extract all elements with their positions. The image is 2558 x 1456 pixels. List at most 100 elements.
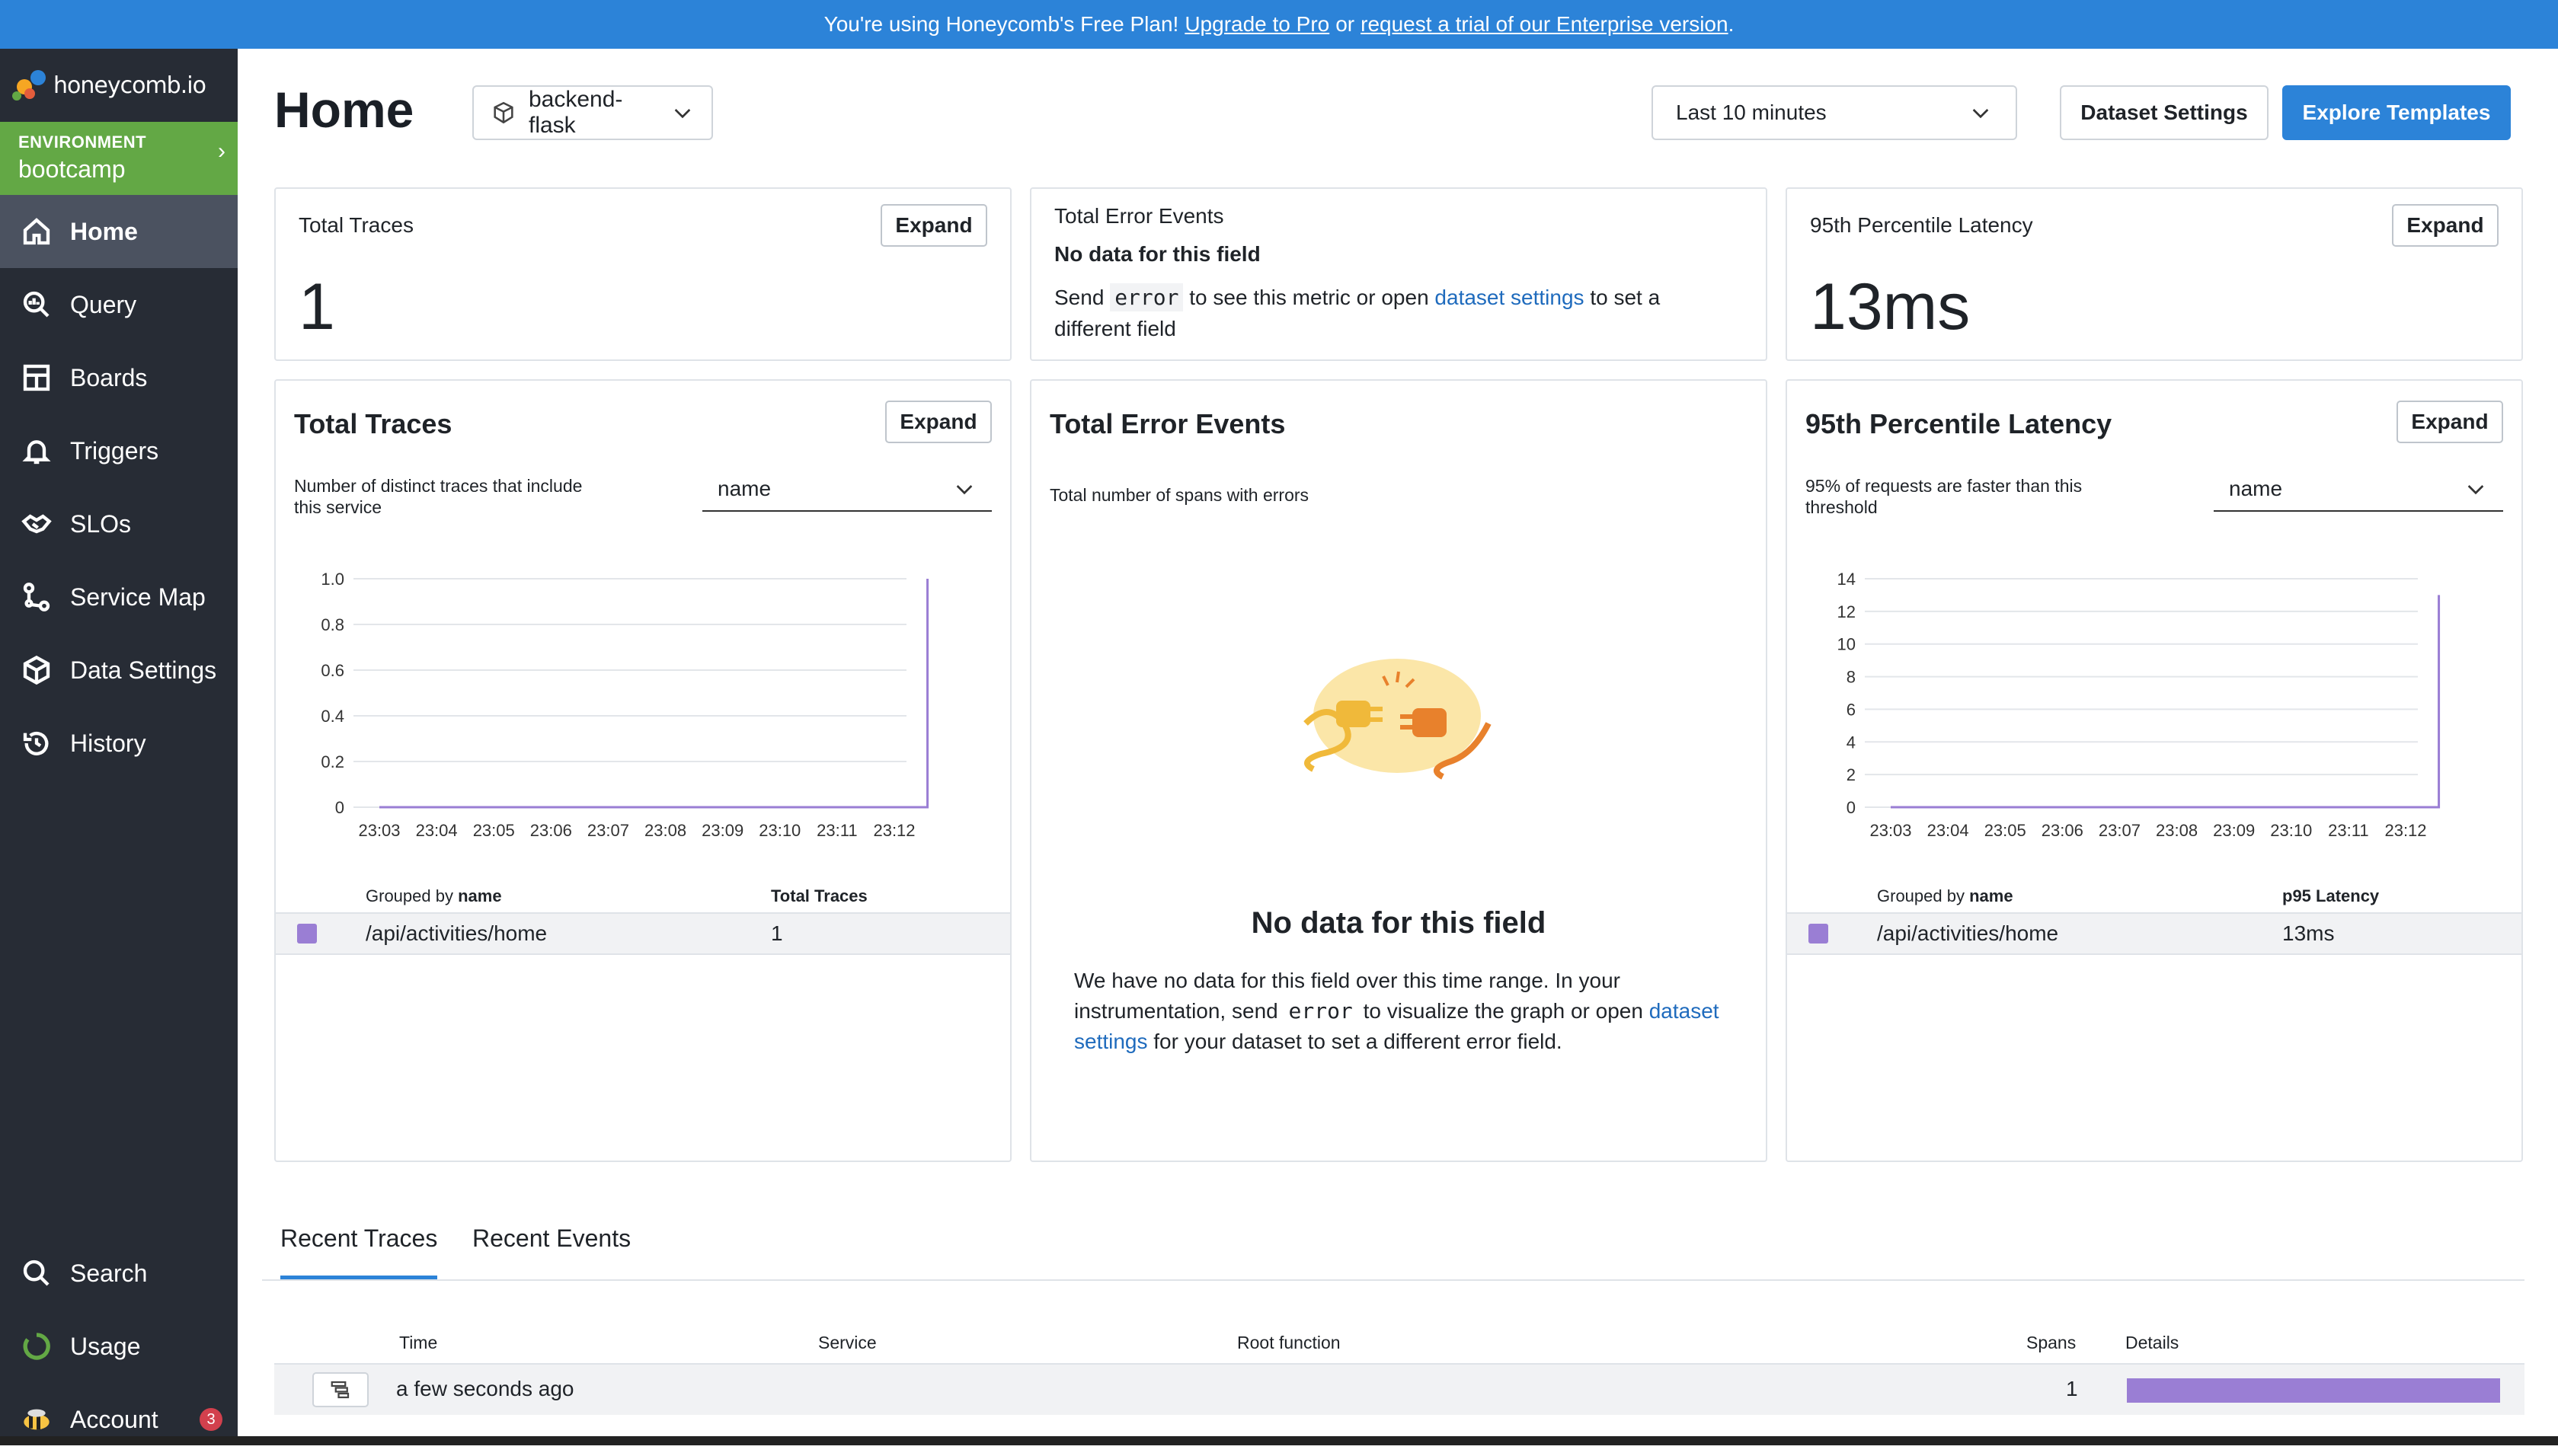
history-icon xyxy=(20,726,53,760)
search-icon xyxy=(20,1256,53,1290)
header-field: name xyxy=(458,886,502,905)
x-tick-label: 23:07 xyxy=(587,821,629,840)
banner-suffix: . xyxy=(1728,12,1735,36)
tab-recent-traces[interactable]: Recent Traces xyxy=(280,1225,438,1279)
y-tick-label: 2 xyxy=(1847,765,1856,784)
tab-recent-events[interactable]: Recent Events xyxy=(472,1225,631,1253)
summary-error-help: Send error to see this metric or open da… xyxy=(1054,283,1660,311)
x-tick-label: 23:09 xyxy=(702,821,743,840)
sidebar-item-label: Usage xyxy=(70,1332,141,1360)
group-by-selector[interactable]: name xyxy=(2214,468,2503,512)
sidebar-item-label: Data Settings xyxy=(70,656,217,684)
x-tick-label: 23:05 xyxy=(473,821,515,840)
x-tick-label: 23:07 xyxy=(2099,821,2141,840)
home-icon xyxy=(20,215,53,248)
trace-waterfall-button[interactable] xyxy=(312,1372,369,1407)
panel-title: Total Error Events xyxy=(1050,408,1286,439)
column-header-spans: Spans xyxy=(2026,1333,2077,1352)
latency-chart: 0 2 4 6 8 10 12 14 23:03 23:04 23:05 23:06 23:07 23:0… xyxy=(1837,570,2441,840)
summary-value: 13ms xyxy=(1810,270,1971,343)
sidebar-item-query[interactable]: Query xyxy=(0,268,238,341)
row-name: /api/activities/home xyxy=(366,921,548,945)
sidebar-item-boards[interactable]: Boards xyxy=(0,341,238,414)
empty-state-title: No data for this field xyxy=(1251,906,1546,940)
enterprise-trial-link[interactable]: request a trial of our Enterprise versio… xyxy=(1361,12,1728,37)
banner-text: You're using Honeycomb's Free Plan! xyxy=(823,12,1179,36)
column-header-details: Details xyxy=(2125,1333,2179,1352)
x-tick-label: 23:09 xyxy=(2213,821,2255,840)
row-value: 1 xyxy=(771,921,783,945)
sidebar: honeycomb.io ENVIRONMENT bootcamp › Home… xyxy=(0,49,238,1445)
sidebar-item-service-map[interactable]: Service Map xyxy=(0,560,238,634)
table-row[interactable]: a few seconds ago 1 xyxy=(274,1363,2524,1415)
usage-icon xyxy=(20,1330,53,1363)
cube-icon xyxy=(20,653,53,687)
window-bottom-edge xyxy=(0,1436,2558,1445)
expand-button[interactable]: Expand xyxy=(2397,401,2503,443)
x-tick-label: 23:08 xyxy=(644,821,686,840)
sidebar-item-search[interactable]: Search xyxy=(0,1237,238,1310)
banner-or: or xyxy=(1335,12,1355,36)
group-by-value: name xyxy=(718,477,772,500)
y-tick-label: 0.2 xyxy=(321,752,344,771)
summary-value: 1 xyxy=(299,270,335,343)
logo[interactable]: honeycomb.io xyxy=(0,49,238,122)
x-tick-label: 23:12 xyxy=(2384,821,2426,840)
chevron-right-icon: › xyxy=(218,139,225,164)
summary-label: Total Error Events xyxy=(1054,204,1224,228)
time-range-selector[interactable]: Last 10 minutes xyxy=(1652,85,2017,140)
trace-details-bar[interactable] xyxy=(2127,1378,2500,1403)
sidebar-item-label: Boards xyxy=(70,363,148,391)
expand-button[interactable]: Expand xyxy=(881,204,987,247)
time-range-value: Last 10 minutes xyxy=(1676,101,1827,124)
traces-chart: 0 0.2 0.4 0.6 0.8 1.0 23:03 23:04 23:05 23:06 23:0… xyxy=(321,570,929,840)
table-row[interactable]: /api/activities/home 1 xyxy=(276,912,1010,955)
sidebar-item-triggers[interactable]: Triggers xyxy=(0,414,238,487)
sidebar-bottom: Search Usage Account 3 xyxy=(0,1237,238,1456)
sidebar-item-history[interactable]: History xyxy=(0,707,238,780)
x-tick-label: 23:06 xyxy=(530,821,572,840)
row-name: /api/activities/home xyxy=(1877,921,2059,945)
plan-banner: You're using Honeycomb's Free Plan! Upgr… xyxy=(0,0,2558,49)
text-line: We have no data for this field over this… xyxy=(1074,969,1620,992)
dataset-settings-link[interactable]: dataset xyxy=(1649,999,1719,1023)
dataset-settings-link[interactable]: dataset settings xyxy=(1434,286,1584,309)
group-by-value: name xyxy=(2229,477,2283,500)
upgrade-link[interactable]: Upgrade to Pro xyxy=(1185,12,1329,37)
expand-button[interactable]: Expand xyxy=(885,401,992,443)
dataset-settings-button[interactable]: Dataset Settings xyxy=(2060,85,2269,140)
metric-column-header: Total Traces xyxy=(771,886,868,905)
summary-label: 95th Percentile Latency xyxy=(1810,213,2033,237)
y-tick-label: 6 xyxy=(1847,700,1856,719)
sidebar-item-label: Search xyxy=(70,1259,148,1287)
text-span: instrumentation, send xyxy=(1074,999,1278,1023)
traces-panel: Total Traces Expand Number of distinct t… xyxy=(274,379,1012,1162)
x-tick-label: 23:03 xyxy=(358,821,400,840)
expand-button[interactable]: Expand xyxy=(2392,204,2499,247)
honeycomb-logo-icon xyxy=(12,67,49,104)
sidebar-item-label: Triggers xyxy=(70,436,159,465)
dataset-name: backend-flask xyxy=(529,87,623,138)
group-by-selector[interactable]: name xyxy=(702,468,992,512)
waterfall-icon xyxy=(331,1381,350,1399)
query-icon xyxy=(20,288,53,321)
text-span: for your dataset to set a different erro… xyxy=(1153,1030,1562,1053)
explore-templates-button[interactable]: Explore Templates xyxy=(2282,85,2511,140)
desc-line: 95% of requests are faster than this xyxy=(1805,476,2083,496)
sidebar-item-slos[interactable]: SLOs xyxy=(0,487,238,560)
errors-panel: Total Error Events Total number of spans… xyxy=(1030,379,1767,1162)
logo-text: honeycomb.io xyxy=(53,72,206,99)
help-text: to see this metric or open xyxy=(1189,286,1429,309)
dataset-settings-link[interactable]: settings xyxy=(1074,1030,1148,1053)
desc-line: Number of distinct traces that include xyxy=(294,476,583,496)
y-tick-label: 8 xyxy=(1847,668,1856,687)
sidebar-item-home[interactable]: Home xyxy=(0,195,238,268)
sidebar-item-data-settings[interactable]: Data Settings xyxy=(0,634,238,707)
bee-icon xyxy=(20,1403,53,1436)
dataset-selector[interactable]: backend-flask xyxy=(472,85,713,140)
table-row[interactable]: /api/activities/home 13ms xyxy=(1787,912,2521,955)
chevron-down-icon xyxy=(2464,477,2488,501)
environment-selector[interactable]: ENVIRONMENT bootcamp › xyxy=(0,122,238,195)
sidebar-item-usage[interactable]: Usage xyxy=(0,1310,238,1383)
chevron-down-icon xyxy=(1968,101,1993,125)
